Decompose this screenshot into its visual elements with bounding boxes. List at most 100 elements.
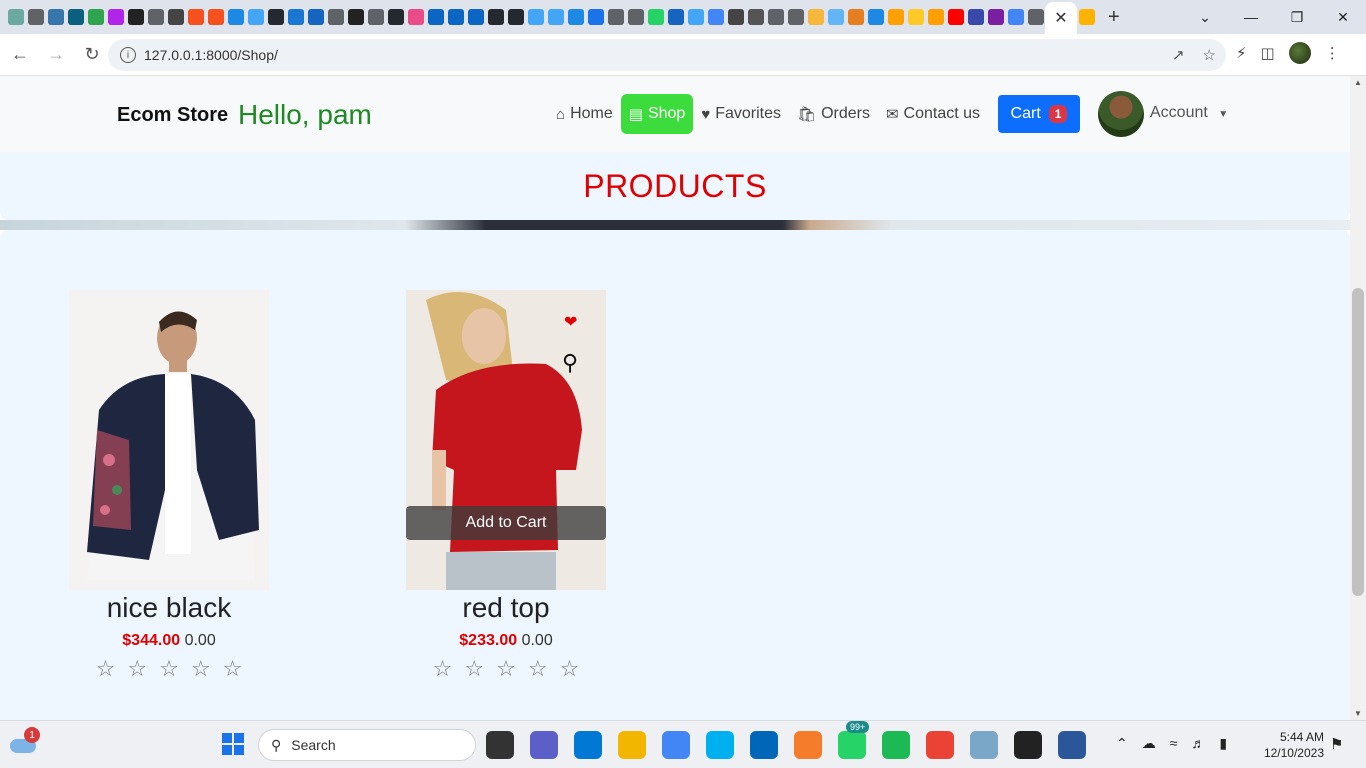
tab-favicon[interactable] [448, 9, 464, 25]
weather-widget[interactable]: 1 [10, 727, 40, 753]
scroll-up-arrow-icon[interactable]: ▲ [1354, 78, 1362, 87]
close-window-icon[interactable]: ✕ [1320, 9, 1366, 26]
tab-favicon[interactable] [908, 9, 924, 25]
maximize-icon[interactable]: ❐ [1274, 9, 1320, 26]
gmail-icon[interactable] [926, 731, 954, 759]
minimize-icon[interactable]: — [1228, 9, 1274, 25]
tab-favicon[interactable] [528, 9, 544, 25]
side-panel-icon[interactable]: ◫ [1261, 44, 1275, 62]
word-icon[interactable] [1058, 731, 1086, 759]
spotify-icon[interactable] [882, 731, 910, 759]
task-view-icon[interactable] [486, 731, 514, 759]
terminal-icon[interactable] [1014, 731, 1042, 759]
cart-button[interactable]: Cart 1 [998, 95, 1080, 133]
tab-favicon[interactable] [268, 9, 284, 25]
tab-favicon[interactable] [188, 9, 204, 25]
star-rating[interactable]: ☆ ☆ ☆ ☆ ☆ [406, 656, 606, 682]
wifi-icon[interactable]: ≈ [1170, 735, 1178, 752]
scrollbar-thumb[interactable] [1352, 288, 1364, 596]
profile-avatar-icon[interactable] [1288, 42, 1311, 64]
star-icon[interactable]: ☆ [464, 656, 484, 682]
tab-favicon[interactable] [128, 9, 144, 25]
reload-icon[interactable]: ↻ [76, 39, 108, 71]
nav-link-favorites[interactable]: ♥ Favorites [693, 94, 789, 134]
tab-favicon[interactable] [788, 9, 804, 25]
tab-favicon[interactable] [28, 9, 44, 25]
tab-favicon[interactable] [768, 9, 784, 25]
tab-favicon[interactable] [828, 9, 844, 25]
tab-favicon[interactable] [408, 9, 424, 25]
battery-icon[interactable]: ▮ [1219, 735, 1227, 752]
tab-favicon[interactable] [8, 9, 24, 25]
tab-favicon[interactable] [628, 9, 644, 25]
store-icon[interactable] [750, 731, 778, 759]
tab-favicon[interactable] [988, 9, 1004, 25]
url-text[interactable]: 127.0.0.1:8000/Shop/ [144, 47, 278, 63]
star-icon[interactable]: ☆ [191, 656, 211, 682]
tab-favicon[interactable] [388, 9, 404, 25]
add-to-cart-button[interactable]: Add to Cart [406, 506, 606, 540]
product-card[interactable]: nice black $344.00 0.00 ☆ ☆ ☆ ☆ ☆ [69, 290, 269, 682]
tab-favicon[interactable] [1008, 9, 1024, 25]
tab-favicon[interactable] [868, 9, 884, 25]
brand-logo[interactable]: Ecom Store [117, 104, 228, 127]
extension-icon[interactable]: ⚡ [1236, 44, 1247, 62]
tab-favicon[interactable] [708, 9, 724, 25]
nav-link-home[interactable]: ⌂ Home [548, 94, 621, 134]
site-info-icon[interactable]: i [120, 47, 136, 63]
scroll-down-arrow-icon[interactable]: ▼ [1354, 709, 1362, 718]
tab-favicon[interactable] [348, 9, 364, 25]
favorite-heart-icon[interactable]: ❤ [564, 312, 577, 332]
start-button[interactable] [222, 733, 244, 755]
account-dropdown[interactable]: Account ▼ [1150, 104, 1228, 122]
tab-favicon[interactable] [168, 9, 184, 25]
tab-search-icon[interactable]: ⌄ [1182, 9, 1228, 26]
close-tab-icon[interactable]: ✕ [1054, 8, 1067, 28]
zoom-search-icon[interactable]: ⚲ [562, 350, 578, 376]
tab-favicon[interactable] [488, 9, 504, 25]
star-icon[interactable]: ☆ [96, 656, 116, 682]
tab-favicon[interactable] [1079, 9, 1095, 25]
tab-favicon[interactable] [668, 9, 684, 25]
share-icon[interactable]: ↗ [1172, 46, 1185, 64]
tab-favicon[interactable] [928, 9, 944, 25]
tab-favicon[interactable] [508, 9, 524, 25]
tab-favicon[interactable] [148, 9, 164, 25]
skype-icon[interactable] [706, 731, 734, 759]
tab-favicon[interactable] [648, 9, 664, 25]
product-name[interactable]: nice black [69, 592, 269, 624]
product-card[interactable]: ❤ ⚲ Add to Cart red top $233.00 0.00 ☆ ☆… [406, 290, 606, 682]
tab-favicon[interactable] [208, 9, 224, 25]
tab-favicon[interactable] [88, 9, 104, 25]
star-icon[interactable]: ☆ [560, 656, 580, 682]
chrome-icon[interactable] [662, 731, 690, 759]
chevron-up-icon[interactable]: ⌃ [1116, 735, 1128, 752]
file-explorer-icon[interactable] [618, 731, 646, 759]
star-icon[interactable]: ☆ [496, 656, 516, 682]
back-arrow-icon[interactable]: ← [4, 39, 36, 71]
tab-favicon[interactable] [728, 9, 744, 25]
taskbar-search[interactable]: ⚲ Search [258, 729, 476, 761]
star-icon[interactable]: ☆ [127, 656, 147, 682]
tab-favicon[interactable] [968, 9, 984, 25]
tab-favicon[interactable] [248, 9, 264, 25]
tab-favicon[interactable] [848, 9, 864, 25]
tab-favicon[interactable] [288, 9, 304, 25]
tab-favicon[interactable] [228, 9, 244, 25]
tab-favicon[interactable] [368, 9, 384, 25]
active-tab[interactable]: ✕ [1045, 2, 1077, 34]
tab-favicon[interactable] [808, 9, 824, 25]
settings-gear-icon[interactable] [970, 731, 998, 759]
product-image[interactable] [69, 290, 269, 590]
notification-bell-icon[interactable]: ⚑ [1330, 735, 1343, 753]
tab-favicon[interactable] [48, 9, 64, 25]
xampp-icon[interactable] [794, 731, 822, 759]
star-icon[interactable]: ☆ [433, 656, 453, 682]
new-tab-button[interactable]: + [1108, 6, 1120, 29]
tab-favicon[interactable] [68, 9, 84, 25]
tab-favicon[interactable] [308, 9, 324, 25]
teams-icon[interactable] [530, 731, 558, 759]
star-icon[interactable]: ☆ [159, 656, 179, 682]
bookmark-star-icon[interactable]: ☆ [1203, 46, 1216, 64]
page-scrollbar[interactable]: ▲ ▼ [1350, 76, 1366, 720]
